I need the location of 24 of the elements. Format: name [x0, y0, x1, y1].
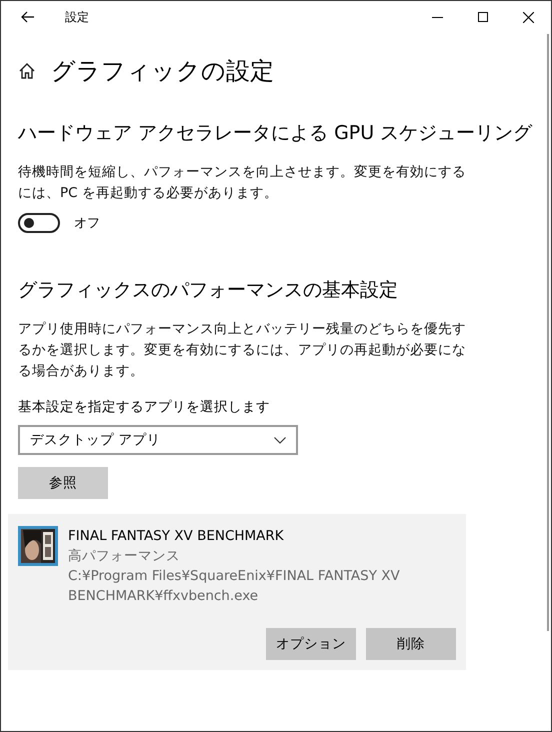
chevron-down-icon	[274, 436, 286, 444]
app-path: C:¥Program Files¥SquareEnix¥FINAL FANTASY XV BENCHMARK¥ffxvbench.exe	[68, 567, 401, 606]
toggle-switch[interactable]	[18, 213, 60, 233]
description-text: 待機時間を短縮し、パフォーマンスを向上させます。変更を有効にするには、PC を再起動する必要があります。	[18, 163, 467, 203]
app-preference: 高パフォーマンス	[68, 547, 181, 566]
minimize-icon[interactable]	[432, 16, 443, 18]
app-type-dropdown[interactable]: デスクトップ アプリ	[18, 425, 298, 455]
back-arrow-icon[interactable]	[21, 11, 35, 23]
app-card[interactable]: FINAL FANTASY XV BENCHMARK 高パフォーマンス C:¥Program Files¥SquareEnix¥FINAL FANTASY XV BENCHMARK¥ffxvbench.exe オプション 削除	[8, 514, 466, 670]
toggle-label: オフ	[74, 215, 100, 232]
section-heading: ハードウェア アクセラレータによる GPU スケジューリング	[18, 121, 534, 146]
field-label: 基本設定を指定するアプリを選択します	[18, 398, 271, 416]
page-title: グラフィックの設定	[51, 56, 274, 87]
scrollbar[interactable]	[547, 34, 549, 631]
app-action-button[interactable]: 削除	[366, 628, 456, 660]
browse-button[interactable]: 参照	[18, 467, 108, 499]
maximize-icon[interactable]	[478, 12, 488, 22]
window-title: 設定	[65, 8, 89, 26]
app-action-button[interactable]: オプション	[266, 628, 356, 660]
description-text: アプリ使用時にパフォーマンス向上とバッテリー残量のどちらを優先するかを選択します。変更を有効にするには、アプリの再起動が必要になる場合があります。	[18, 320, 467, 381]
close-icon[interactable]	[523, 12, 534, 22]
home-icon[interactable]	[18, 62, 36, 80]
section-heading: グラフィックスのパフォーマンスの基本設定	[18, 278, 399, 303]
app-name: FINAL FANTASY XV BENCHMARK	[68, 527, 285, 546]
